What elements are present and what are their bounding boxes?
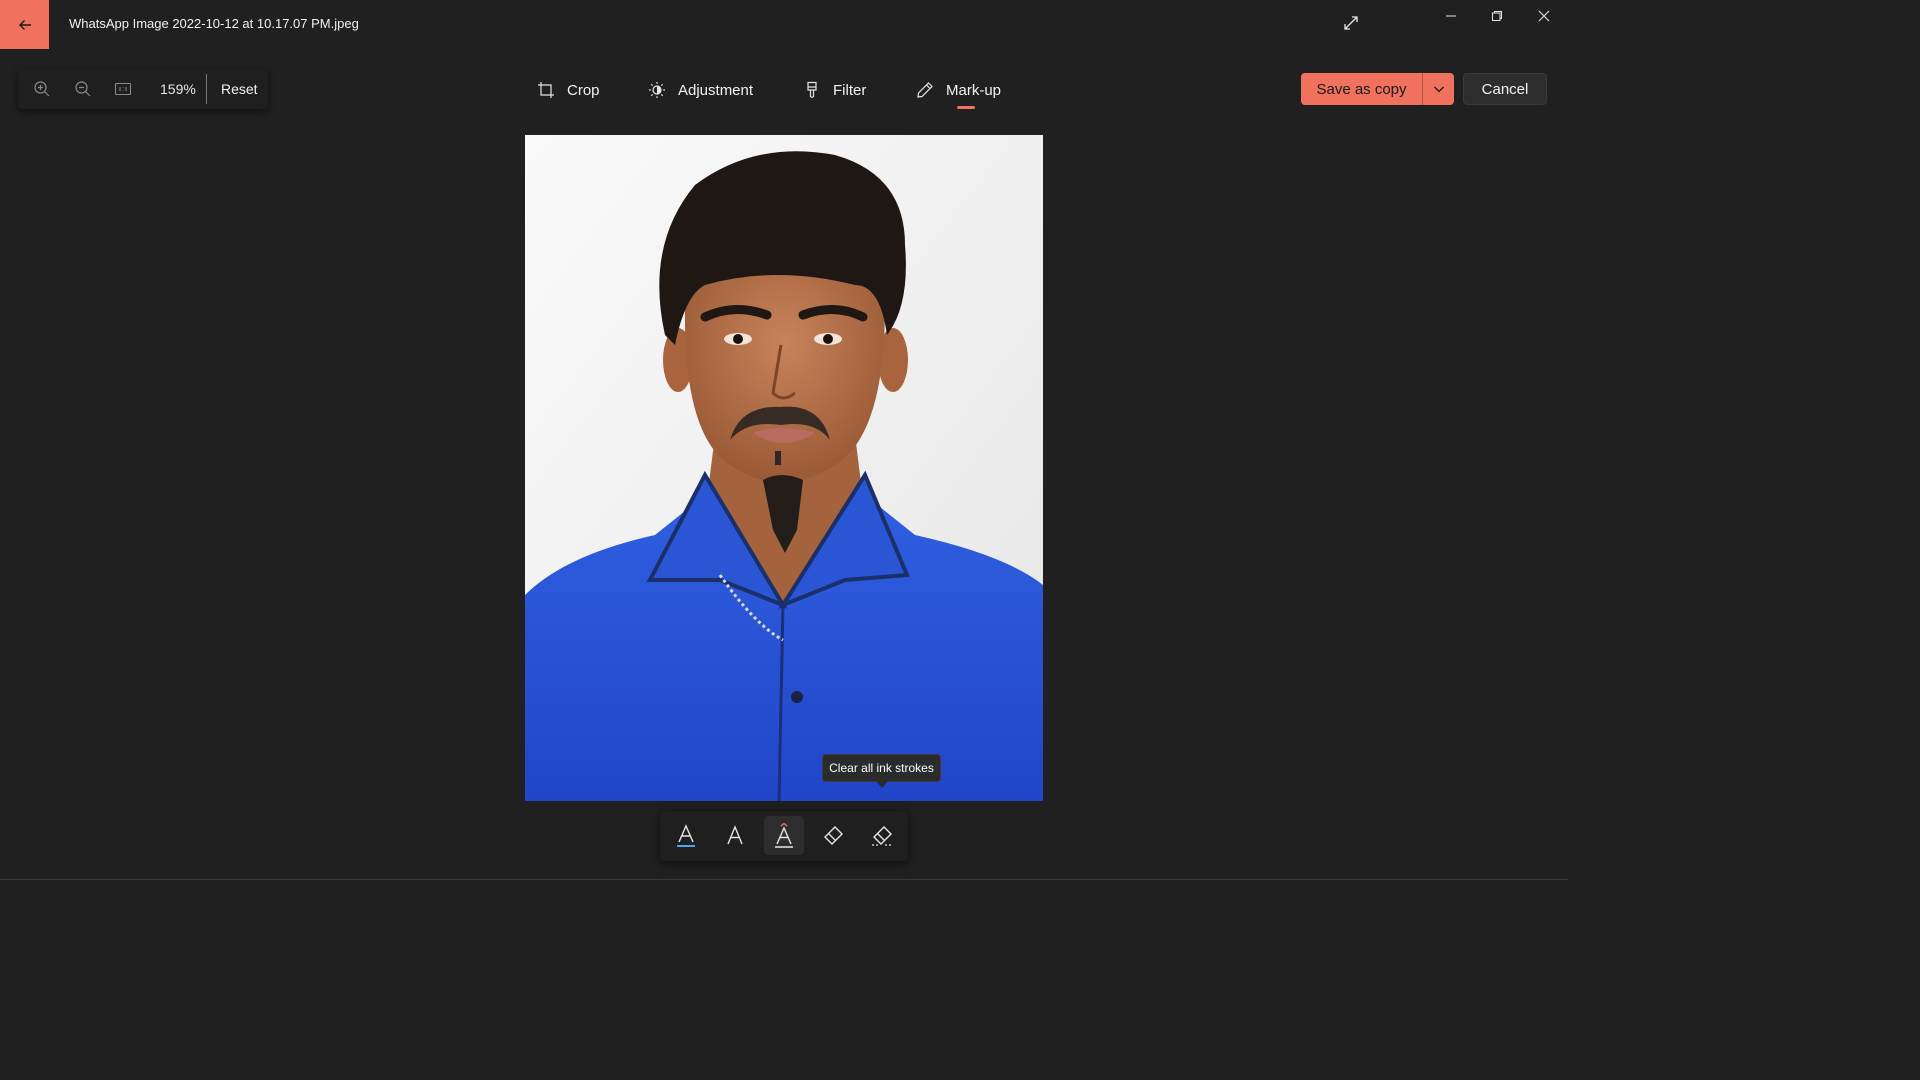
tab-crop-label: Crop bbox=[567, 81, 600, 99]
actual-size-icon bbox=[114, 82, 132, 96]
zoom-out-button[interactable] bbox=[74, 80, 92, 98]
expand-icon bbox=[1344, 16, 1358, 30]
actual-size-button[interactable] bbox=[114, 80, 132, 98]
save-as-copy-button[interactable]: Save as copy bbox=[1301, 73, 1422, 105]
restore-button[interactable] bbox=[1482, 6, 1512, 26]
tab-adjustment-label: Adjustment bbox=[678, 81, 754, 99]
highlighter-button[interactable] bbox=[764, 816, 804, 855]
back-button[interactable] bbox=[0, 0, 49, 49]
zoom-divider bbox=[206, 74, 207, 104]
crop-icon bbox=[537, 81, 555, 99]
minimize-icon bbox=[1446, 15, 1456, 17]
active-tab-indicator bbox=[957, 106, 975, 109]
pencil-icon bbox=[727, 824, 743, 844]
tooltip-tail bbox=[876, 781, 888, 788]
back-arrow-icon bbox=[18, 19, 31, 30]
highlighter-icon bbox=[775, 822, 793, 848]
minimize-button[interactable] bbox=[1436, 6, 1466, 26]
ballpoint-pen-button[interactable] bbox=[666, 816, 706, 855]
filter-icon bbox=[803, 81, 821, 99]
clear-all-ink-icon bbox=[872, 825, 892, 846]
pencil-button[interactable] bbox=[715, 816, 755, 855]
cancel-button[interactable]: Cancel bbox=[1463, 73, 1547, 105]
close-button[interactable] bbox=[1529, 6, 1559, 26]
ink-toolbar bbox=[660, 811, 908, 861]
tab-crop[interactable]: Crop bbox=[537, 78, 600, 102]
eraser-icon bbox=[824, 825, 843, 845]
save-as-copy-split-button: Save as copy bbox=[1301, 73, 1454, 105]
zoom-in-icon bbox=[34, 81, 50, 97]
save-options-dropdown[interactable] bbox=[1423, 73, 1454, 105]
zoom-level: 159% bbox=[160, 81, 196, 97]
close-icon bbox=[1538, 10, 1550, 22]
zoom-out-icon bbox=[75, 81, 91, 97]
tab-adjustment[interactable]: Adjustment bbox=[648, 78, 753, 102]
eraser-button[interactable] bbox=[813, 816, 853, 855]
tab-markup-label: Mark-up bbox=[946, 81, 1002, 99]
title-bar: WhatsApp Image 2022-10-12 at 10.17.07 PM… bbox=[0, 0, 1568, 49]
tab-markup[interactable]: Mark-up bbox=[916, 78, 1001, 102]
zoom-in-button[interactable] bbox=[33, 80, 51, 98]
clear-all-ink-button[interactable] bbox=[862, 816, 902, 855]
bottom-border bbox=[0, 879, 1568, 880]
ballpoint-pen-icon bbox=[677, 823, 695, 847]
reset-button[interactable]: Reset bbox=[221, 81, 258, 97]
window-title: WhatsApp Image 2022-10-12 at 10.17.07 PM… bbox=[69, 16, 359, 31]
portrait-photo bbox=[525, 135, 1043, 801]
brightness-icon bbox=[648, 81, 666, 99]
zoom-panel: 159% Reset bbox=[18, 69, 268, 109]
photo-canvas[interactable] bbox=[525, 135, 1043, 801]
chevron-down-icon bbox=[1433, 86, 1444, 93]
tooltip-clear-ink: Clear all ink strokes bbox=[822, 754, 941, 782]
tab-filter[interactable]: Filter bbox=[803, 78, 866, 102]
tab-filter-label: Filter bbox=[833, 81, 867, 99]
restore-icon bbox=[1492, 11, 1502, 21]
fullscreen-button[interactable] bbox=[1340, 12, 1362, 34]
markup-pen-icon bbox=[916, 81, 934, 99]
